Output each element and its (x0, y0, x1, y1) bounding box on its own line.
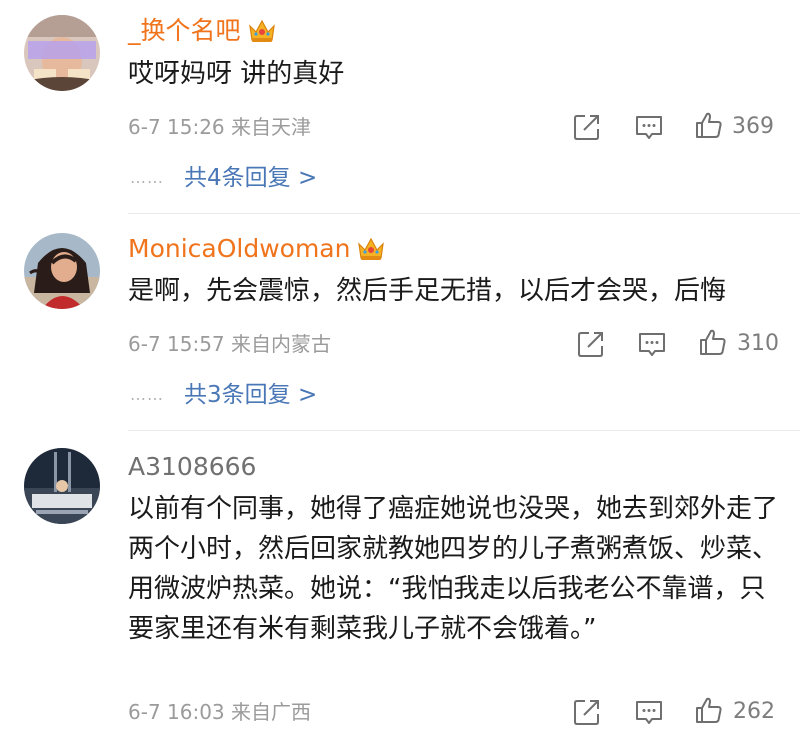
share-icon[interactable] (572, 112, 602, 142)
share-icon[interactable] (572, 697, 602, 727)
like-count: 310 (737, 331, 779, 356)
comment-item: MonicaOldwoman 是啊，先会震惊，然后手足无措，以后才会哭，后悔 6… (0, 214, 800, 430)
comment-meta: 6-7 16:03 来自广西 (128, 700, 312, 724)
avatar[interactable] (24, 233, 100, 309)
comment-icon[interactable] (634, 113, 664, 143)
comment-item: A3108666 以前有个同事，她得了癌症她说也没哭，她去到郊外走了两个小时，然… (0, 431, 800, 748)
comment-meta: 6-7 15:26 来自天津 (128, 115, 312, 139)
ellipsis-icon: …… (130, 168, 164, 187)
username[interactable]: MonicaOldwoman (128, 233, 386, 265)
username[interactable]: _换个名吧 (128, 15, 277, 47)
comment-icon[interactable] (634, 698, 664, 728)
ellipsis-icon: …… (130, 385, 164, 404)
like-count: 262 (733, 699, 775, 724)
comment-meta: 6-7 15:57 来自内蒙古 (128, 332, 332, 356)
avatar[interactable] (24, 15, 100, 91)
avatar[interactable] (24, 448, 100, 524)
vip-crown-icon (356, 235, 386, 263)
vip-crown-icon (247, 17, 277, 45)
comment-text: 是啊，先会震惊，然后手足无措，以后才会哭，后悔 (128, 276, 727, 306)
comment-item: _换个名吧 哎呀妈呀 讲的真好 6-7 15:26 来自天津 369 …… 共4… (0, 0, 800, 214)
comment-text: 以前有个同事，她得了癌症她说也没哭，她去到郊外走了两个小时，然后回家就教她四岁的… (128, 494, 779, 644)
thumbs-up-icon[interactable] (694, 695, 724, 725)
like-count: 369 (732, 114, 774, 139)
view-replies-link[interactable]: …… 共4条回复 > (130, 163, 317, 193)
thumbs-up-icon[interactable] (698, 327, 728, 357)
thumbs-up-icon[interactable] (694, 110, 724, 140)
view-replies-link[interactable]: …… 共3条回复 > (130, 380, 317, 410)
comment-text: 哎呀妈呀 讲的真好 (128, 59, 345, 89)
share-icon[interactable] (576, 329, 606, 359)
comment-icon[interactable] (637, 330, 667, 360)
username[interactable]: A3108666 (128, 451, 256, 483)
